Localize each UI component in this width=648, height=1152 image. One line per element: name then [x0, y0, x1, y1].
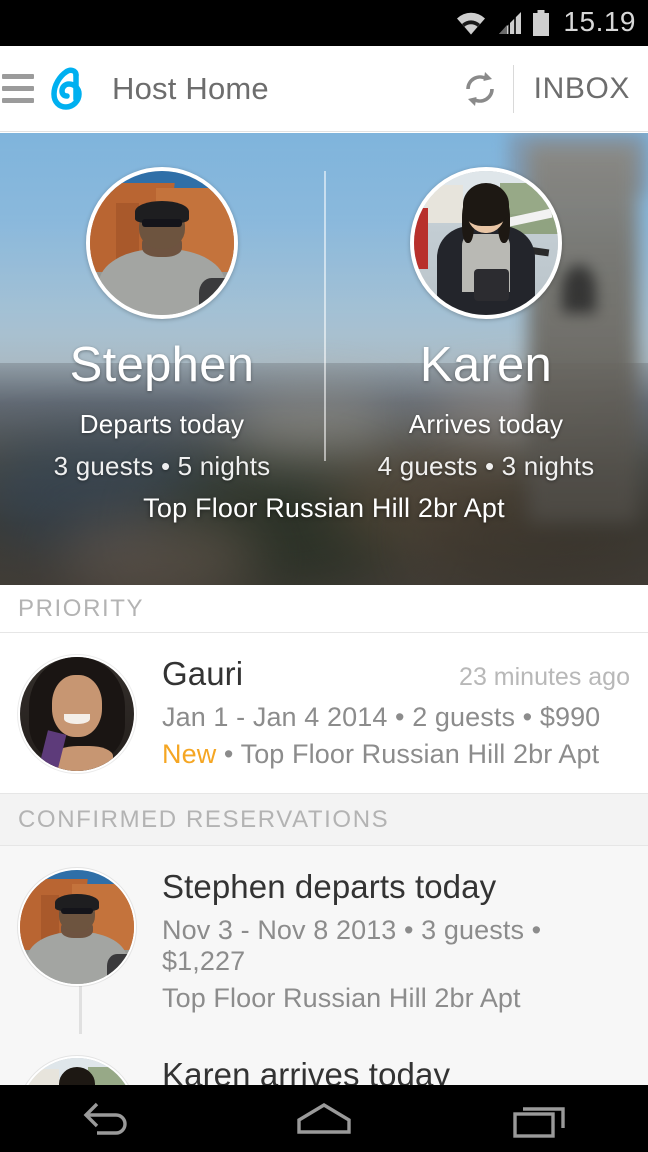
karen-avatar[interactable]: [18, 1056, 136, 1085]
home-icon[interactable]: [264, 1085, 384, 1152]
guest-status: Arrives today: [409, 409, 563, 440]
guest-name: Stephen: [70, 341, 255, 390]
phone-screen: 15.19 Host Home INBOX: [0, 0, 648, 1152]
list-item-header: Gauri 23 minutes ago: [162, 655, 630, 693]
list-item-details: Jan 1 - Jan 4 2014 • 2 guests • $990: [162, 702, 630, 733]
guest-meta: 4 guests • 3 nights: [378, 451, 595, 482]
list-item-body: Stephen departs today Nov 3 - Nov 8 2013…: [136, 868, 630, 1014]
hamburger-menu-icon[interactable]: [0, 74, 34, 103]
list-item-header: Karen arrives today: [162, 1056, 630, 1085]
list-item-title: Karen arrives today: [162, 1056, 450, 1085]
list-item-body: Karen arrives today: [136, 1056, 630, 1085]
stephen-avatar[interactable]: [86, 167, 238, 319]
gauri-avatar[interactable]: [18, 655, 136, 773]
hero-banner[interactable]: Stephen Departs today 3 guests • 5 night…: [0, 133, 648, 585]
hero-content: Stephen Departs today 3 guests • 5 night…: [0, 133, 648, 585]
hero-listing-name: Top Floor Russian Hill 2br Apt: [0, 493, 648, 524]
list-item-header: Stephen departs today: [162, 868, 630, 906]
list-item-subdetails: New • Top Floor Russian Hill 2br Apt: [162, 739, 630, 770]
reservations-list[interactable]: PRIORITY Gauri 23 minutes ago Jan 1 - Ja…: [0, 585, 648, 1085]
karen-avatar[interactable]: [410, 167, 562, 319]
guest-meta: 3 guests • 5 nights: [54, 451, 271, 482]
wifi-icon: [455, 10, 487, 36]
page-title: Host Home: [112, 71, 269, 107]
battery-icon: [531, 9, 551, 37]
action-bar-actions: INBOX: [447, 46, 648, 131]
inbox-button[interactable]: INBOX: [514, 46, 648, 131]
cellular-signal-icon: [495, 10, 523, 36]
section-header-priority: PRIORITY: [0, 585, 648, 633]
back-arrow-icon[interactable]: [48, 1085, 168, 1152]
list-item[interactable]: Gauri 23 minutes ago Jan 1 - Jan 4 2014 …: [0, 633, 648, 794]
status-bar: 15.19: [0, 0, 648, 46]
android-navigation-bar: [0, 1085, 648, 1152]
action-bar: Host Home INBOX: [0, 46, 648, 132]
list-item[interactable]: Stephen departs today Nov 3 - Nov 8 2013…: [0, 846, 648, 1034]
guest-status: Departs today: [80, 409, 244, 440]
section-header-confirmed-reservations: CONFIRMED RESERVATIONS: [0, 794, 648, 846]
recent-apps-icon[interactable]: [480, 1085, 600, 1152]
list-item-title: Stephen departs today: [162, 868, 496, 906]
stephen-avatar[interactable]: [18, 868, 136, 986]
list-item-body: Gauri 23 minutes ago Jan 1 - Jan 4 2014 …: [136, 655, 630, 773]
list-item-listing: Top Floor Russian Hill 2br Apt: [162, 983, 630, 1014]
list-item-title: Gauri: [162, 655, 243, 693]
refresh-sync-icon[interactable]: [447, 46, 513, 131]
list-item-details: Nov 3 - Nov 8 2013 • 3 guests • $1,227: [162, 915, 630, 977]
guest-name: Karen: [420, 341, 552, 390]
timeline-connector: [79, 986, 82, 1034]
list-item[interactable]: Karen arrives today: [0, 1034, 648, 1085]
airbnb-logo-icon[interactable]: [40, 63, 92, 115]
list-item-listing: • Top Floor Russian Hill 2br Apt: [216, 739, 599, 769]
status-badge: New: [162, 739, 216, 769]
status-bar-clock: 15.19: [559, 8, 636, 38]
list-item-timestamp: 23 minutes ago: [459, 663, 630, 692]
